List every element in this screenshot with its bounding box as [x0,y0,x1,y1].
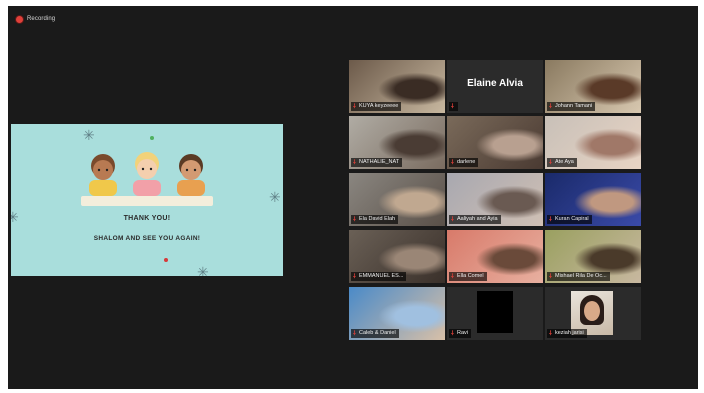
muted-mic-icon: ⸸ [353,216,356,223]
participant-tile[interactable]: ⸸ Ella Comel [447,230,543,283]
participant-name: Aaliyah and Ayia [457,216,498,222]
participant-name: Mishael Rila De Oc... [555,273,607,279]
sparkle-icon: ✳ [269,189,281,205]
recording-indicator[interactable]: Recording [16,12,55,26]
muted-mic-icon: ⸸ [353,273,356,280]
participant-tile[interactable]: ⸸ Ela David Elah [349,173,445,226]
muted-mic-icon: ⸸ [549,330,552,337]
participant-name: Ella Comel [457,273,484,279]
participant-tile[interactable]: ⸸ Ate Aya [545,116,641,169]
participant-name: Caleb & Daniel [359,330,396,336]
participant-tile[interactable]: ⸸ darlene [447,116,543,169]
shared-screen-slide: ✳ ✳ ✳ ✳ THANK YOU! SHALOM AND SEE YOU AG… [11,124,283,276]
participant-name-tag: ⸸ KUYA keyzeeee [351,102,402,111]
participant-video-dark [477,291,513,333]
participant-name-tag: ⸸ Aaliyah and Ayia [449,215,501,224]
participant-tile[interactable]: ⸸ keziah jarisi [545,287,641,340]
muted-mic-icon: ⸸ [549,159,552,166]
participant-name: EMMANUEL ES... [359,273,404,279]
muted-mic-icon: ⸸ [451,216,454,223]
muted-mic-icon: ⸸ [549,273,552,280]
recording-dot-icon [16,15,23,23]
participant-name: darlene [457,159,476,165]
participant-name: keziah jarisi [555,330,584,336]
participant-name-tag: ⸸ darlene [449,158,479,167]
participant-name-tag: ⸸ keziah jarisi [547,329,587,338]
meeting-window: Recording ✳ ✳ ✳ ✳ THANK YOU! SHALOM AND … [8,6,698,389]
participant-tile[interactable]: Elaine Alvia ⸸ [447,60,543,113]
slide-subtitle: SHALOM AND SEE YOU AGAIN! [93,235,201,242]
participant-name: KUYA keyzeeee [359,103,399,109]
participant-name: Ela David Elah [359,216,396,222]
participant-name: Ate Aya [555,159,574,165]
participant-name: Johann Tamani [555,103,593,109]
sparkle-icon: ✳ [83,127,95,143]
participant-tile[interactable]: ⸸ NATHALIE_NAT [349,116,445,169]
participant-center-name: Elaine Alvia [467,78,523,89]
participant-name-tag: ⸸ Mishael Rila De Oc... [547,272,610,281]
participant-name-tag: ⸸ Ravi [449,329,472,338]
participant-name-tag: ⸸ Ela David Elah [351,215,399,224]
muted-mic-icon: ⸸ [451,103,454,110]
participant-name-tag: ⸸ EMMANUEL ES... [351,272,407,281]
muted-mic-icon: ⸸ [353,103,356,110]
participant-name-tag: ⸸ Johann Tamani [547,102,596,111]
participant-tile[interactable]: ⸸ Johann Tamani [545,60,641,113]
three-kids-illustration [81,152,213,206]
slide-title: THANK YOU! [123,215,171,222]
participant-tile[interactable]: ⸸ Ravi [447,287,543,340]
muted-mic-icon: ⸸ [451,159,454,166]
recording-label: Recording [27,16,56,22]
muted-mic-icon: ⸸ [353,159,356,166]
participant-name: Ravi [457,330,469,336]
muted-mic-icon: ⸸ [549,216,552,223]
decor-dot [150,136,154,140]
participant-tile[interactable]: ⸸ Caleb & Daniel [349,287,445,340]
muted-mic-icon: ⸸ [451,330,454,337]
participant-tile[interactable]: ⸸ EMMANUEL ES... [349,230,445,283]
participant-name-tag: ⸸ [449,102,458,111]
participant-tile[interactable]: ⸸ Aaliyah and Ayia [447,173,543,226]
participant-name: Kuran Capiral [555,216,589,222]
muted-mic-icon: ⸸ [353,330,356,337]
participant-name-tag: ⸸ Ella Comel [449,272,487,281]
participant-name-tag: ⸸ NATHALIE_NAT [351,158,403,167]
participant-name-tag: ⸸ Kuran Capiral [547,215,592,224]
decor-dot [164,258,168,262]
participant-name-tag: ⸸ Caleb & Daniel [351,329,399,338]
muted-mic-icon: ⸸ [549,103,552,110]
participant-tile[interactable]: ⸸ KUYA keyzeeee [349,60,445,113]
muted-mic-icon: ⸸ [451,273,454,280]
participant-tile[interactable]: ⸸ Kuran Capiral [545,173,641,226]
participant-tile[interactable]: ⸸ Mishael Rila De Oc... [545,230,641,283]
sparkle-icon: ✳ [197,264,209,276]
participant-name: NATHALIE_NAT [359,159,400,165]
participant-name-tag: ⸸ Ate Aya [547,158,577,167]
